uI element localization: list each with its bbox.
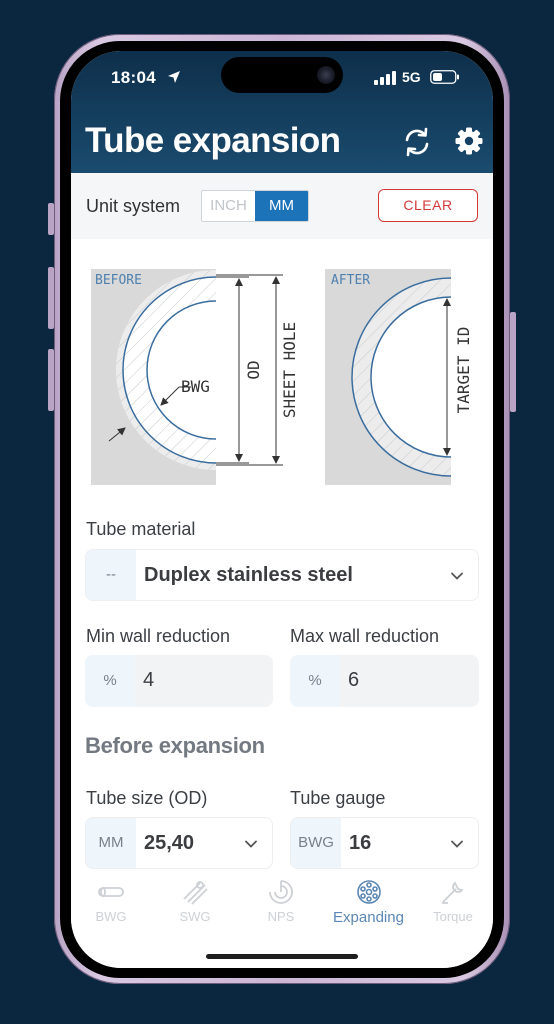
od-label: OD [244,360,263,379]
sync-icon[interactable] [401,127,433,157]
tube-material-label: Tube material [86,519,196,539]
tube-icon [98,887,124,897]
app-screen: 18:04 5G Tube expansion Unit system INCH… [71,51,493,968]
tab-label: Expanding [333,909,404,926]
chevron-down-icon [245,840,257,848]
unit-toggle: INCH MM [201,190,309,222]
material-value: Duplex stainless steel [144,564,353,586]
max-wall-value: 6 [348,669,360,691]
chevron-down-icon [451,572,463,580]
tab-torque[interactable]: Torque [413,879,493,924]
expander-icon [356,880,381,904]
tube-size-prefix: MM [86,818,136,868]
tube-gauge-label: Tube gauge [290,788,386,808]
tab-nps[interactable]: NPS [241,879,321,924]
tab-expanding[interactable]: Expanding [326,879,411,926]
unit-system-label: Unit system [86,196,181,216]
tab-label: NPS [267,909,295,924]
min-wall-prefix: % [85,655,135,707]
before-label: BEFORE [95,273,142,288]
sheet-hole-label: SHEET HOLE [280,322,299,418]
min-wall-label: Min wall reduction [86,626,231,646]
wire-icon [183,881,208,905]
tube-size-label: Tube size (OD) [86,788,208,808]
tab-bwg[interactable]: BWG [71,879,151,924]
max-wall-input[interactable]: % 6 [290,655,479,707]
tube-gauge-value: 16 [349,832,372,854]
app-header: 18:04 5G Tube expansion [71,51,493,173]
pipe-icon [269,880,293,904]
tube-size-value: 25,40 [144,832,195,854]
tab-swg[interactable]: SWG [155,879,235,924]
power-button [510,312,516,412]
tab-label: SWG [179,909,211,924]
expansion-diagram: BEFORE BWG OD SHEET HOLE AFTER TARGET ID [91,269,473,485]
target-id-label: TARGET ID [454,327,473,414]
clear-button[interactable]: CLEAR [378,189,478,222]
unit-system-row: Unit system INCH MM CLEAR [71,173,493,239]
before-expansion-title: Before expansion [85,733,265,758]
tube-gauge-select[interactable]: BWG 16 [290,817,479,869]
front-camera [317,66,335,84]
gear-icon[interactable] [455,127,483,155]
unit-option-mm[interactable]: MM [255,191,308,221]
volume-down-button [48,349,54,411]
after-label: AFTER [331,273,370,288]
min-wall-value: 4 [143,669,155,691]
status-time: 18:04 [111,68,156,87]
chevron-down-icon [451,840,463,848]
material-prefix: -- [86,550,136,600]
wrench-icon [442,881,464,904]
home-indicator [206,954,358,959]
location-arrow-icon [168,71,180,83]
max-wall-label: Max wall reduction [290,626,440,646]
max-wall-prefix: % [290,655,340,707]
volume-up-button [48,267,54,329]
signal-icon [374,71,396,85]
tube-size-select[interactable]: MM 25,40 [85,817,273,869]
action-button [48,203,54,235]
min-wall-input[interactable]: % 4 [85,655,273,707]
bwg-label: BWG [181,377,210,396]
tube-gauge-prefix: BWG [291,818,341,868]
network-type: 5G [402,69,421,85]
tube-material-select[interactable]: -- Duplex stainless steel [85,549,479,601]
unit-option-inch[interactable]: INCH [202,191,255,221]
battery-icon [430,70,459,84]
tab-label: Torque [433,909,473,924]
page-title: Tube expansion [85,121,341,160]
tab-label: BWG [95,909,127,924]
